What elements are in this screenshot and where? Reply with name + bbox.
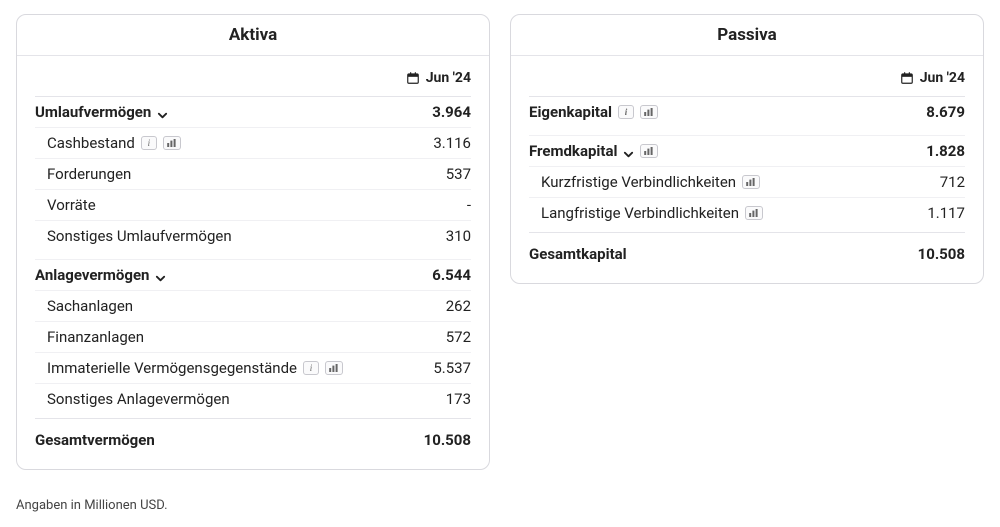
passiva-period: Jun '24: [529, 60, 965, 96]
sach-value: 262: [446, 297, 471, 315]
chart-icon[interactable]: [745, 206, 763, 220]
chart-icon[interactable]: [640, 105, 658, 119]
anlage-label: Anlagevermögen: [35, 266, 149, 284]
forderungen-label: Forderungen: [47, 165, 131, 183]
sonst-umlauf-label: Sonstiges Umlaufvermögen: [47, 227, 232, 245]
info-icon[interactable]: [141, 136, 157, 150]
row-finanzanlagen: Finanzanlagen 572: [35, 321, 471, 352]
eigenkapital-label: Eigenkapital: [529, 103, 612, 121]
row-fremdkapital[interactable]: Fremdkapital 1.828: [529, 135, 965, 166]
row-kurzfristige: Kurzfristige Verbindlichkeiten 712: [529, 166, 965, 197]
calendar-icon: [406, 71, 420, 85]
passiva-card: Passiva Jun '24 Eigenkapital 8.679: [510, 14, 984, 284]
chevron-down-icon: [157, 107, 168, 118]
passiva-total-value: 10.508: [918, 245, 965, 263]
row-gesamtvermoegen: Gesamtvermögen 10.508: [35, 418, 471, 455]
chart-icon[interactable]: [325, 361, 343, 375]
vorraete-label: Vorräte: [47, 196, 96, 214]
cash-value: 3.116: [433, 134, 471, 152]
row-sonstiges-anlage: Sonstiges Anlagevermögen 173: [35, 383, 471, 414]
aktiva-total-value: 10.508: [424, 431, 471, 449]
row-anlagevermoegen[interactable]: Anlagevermögen 6.544: [35, 259, 471, 290]
kurz-value: 712: [940, 173, 965, 191]
forderungen-value: 537: [446, 165, 471, 183]
row-sonstiges-umlauf: Sonstiges Umlaufvermögen 310: [35, 220, 471, 251]
lang-label: Langfristige Verbindlichkeiten: [541, 204, 739, 222]
finanz-label: Finanzanlagen: [47, 328, 144, 346]
aktiva-card: Aktiva Jun '24 Umlaufvermögen 3.964: [16, 14, 490, 470]
passiva-total-label: Gesamtkapital: [529, 245, 627, 263]
fremdkapital-value: 1.828: [926, 142, 965, 160]
sonst-umlauf-value: 310: [446, 227, 471, 245]
chart-icon[interactable]: [742, 175, 760, 189]
aktiva-total-label: Gesamtvermögen: [35, 431, 155, 449]
chart-icon[interactable]: [640, 144, 658, 158]
row-eigenkapital: Eigenkapital 8.679: [529, 96, 965, 127]
row-gesamtkapital: Gesamtkapital 10.508: [529, 232, 965, 269]
sonst-anlage-value: 173: [446, 390, 471, 408]
period-label: Jun '24: [426, 70, 471, 86]
finanz-value: 572: [446, 328, 471, 346]
chart-icon[interactable]: [163, 136, 181, 150]
chevron-down-icon: [155, 270, 166, 281]
umlauf-value: 3.964: [432, 103, 471, 121]
row-sachanlagen: Sachanlagen 262: [35, 290, 471, 321]
vorraete-value: -: [467, 196, 471, 214]
row-vorraete: Vorräte -: [35, 189, 471, 220]
calendar-icon: [900, 71, 914, 85]
sonst-anlage-label: Sonstiges Anlagevermögen: [47, 390, 230, 408]
kurz-label: Kurzfristige Verbindlichkeiten: [541, 173, 736, 191]
period-label: Jun '24: [920, 70, 965, 86]
info-icon[interactable]: [618, 105, 634, 119]
fremdkapital-label: Fremdkapital: [529, 142, 617, 160]
row-immaterielle: Immaterielle Vermögensgegenstände 5.537: [35, 352, 471, 383]
row-langfristige: Langfristige Verbindlichkeiten 1.117: [529, 197, 965, 228]
immat-value: 5.537: [433, 359, 471, 377]
row-forderungen: Forderungen 537: [35, 158, 471, 189]
lang-value: 1.117: [927, 204, 965, 222]
aktiva-title: Aktiva: [17, 15, 489, 56]
row-umlaufvermoegen[interactable]: Umlaufvermögen 3.964: [35, 96, 471, 127]
immat-label: Immaterielle Vermögensgegenstände: [47, 359, 297, 377]
eigenkapital-value: 8.679: [926, 103, 965, 121]
umlauf-label: Umlaufvermögen: [35, 103, 151, 121]
sach-label: Sachanlagen: [47, 297, 133, 315]
info-icon[interactable]: [303, 361, 319, 375]
anlage-value: 6.544: [432, 266, 471, 284]
passiva-title: Passiva: [511, 15, 983, 56]
chevron-down-icon: [623, 146, 634, 157]
row-cashbestand: Cashbestand 3.116: [35, 127, 471, 158]
cash-label: Cashbestand: [47, 134, 135, 152]
aktiva-period: Jun '24: [35, 60, 471, 96]
